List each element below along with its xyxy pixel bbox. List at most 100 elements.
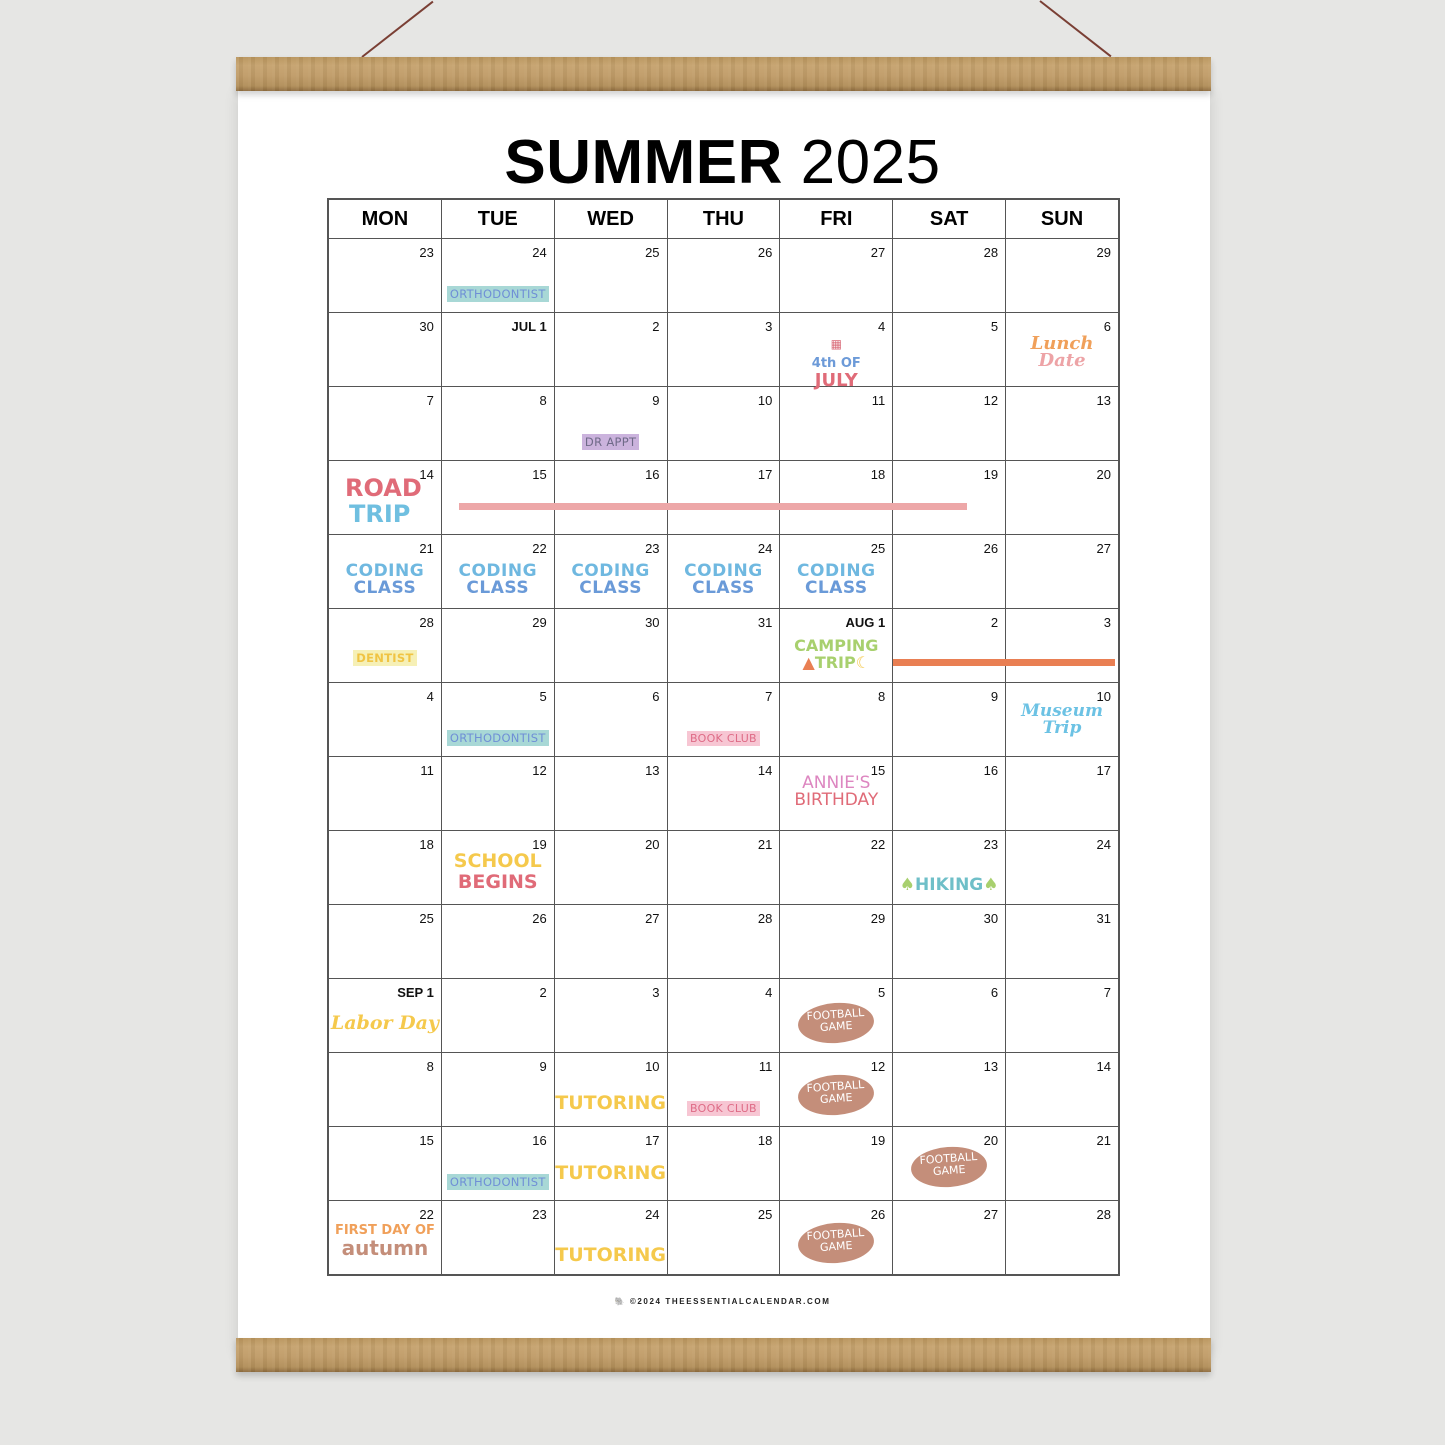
event-tutoring[interactable]: TUTORING: [555, 1164, 667, 1183]
day-cell[interactable]: 21: [1005, 1126, 1119, 1201]
day-cell[interactable]: 26 FOOTBALL GAME: [779, 1200, 894, 1275]
day-cell[interactable]: JUL 1: [440, 312, 555, 387]
day-cell[interactable]: 12 FOOTBALL GAME: [779, 1052, 894, 1127]
day-cell[interactable]: 9 DR APPT: [553, 386, 668, 461]
day-cell[interactable]: 12: [892, 386, 1007, 461]
event-book-club[interactable]: BOOK CLUB: [686, 731, 760, 746]
day-cell[interactable]: 8: [328, 1052, 442, 1127]
day-cell[interactable]: 15: [328, 1126, 442, 1201]
event-tutoring[interactable]: TUTORING: [555, 1246, 667, 1265]
day-cell[interactable]: 21 CODING CLASS: [328, 534, 442, 609]
day-cell[interactable]: 16: [892, 756, 1007, 831]
day-cell[interactable]: 16 ORTHODONTIST: [440, 1126, 555, 1201]
day-cell[interactable]: 28 DENTIST: [328, 608, 442, 683]
day-cell[interactable]: 11 BOOK CLUB: [666, 1052, 781, 1127]
day-cell[interactable]: 18: [328, 830, 442, 905]
day-cell[interactable]: 3: [553, 978, 668, 1053]
day-cell[interactable]: 2: [892, 608, 1007, 683]
event-coding-class[interactable]: CODING CLASS: [329, 563, 441, 597]
event-orthodontist[interactable]: ORTHODONTIST: [446, 286, 549, 302]
day-cell[interactable]: 30: [553, 608, 668, 683]
day-cell[interactable]: 13: [892, 1052, 1007, 1127]
day-cell[interactable]: 23: [328, 238, 442, 313]
day-cell[interactable]: 18: [779, 460, 894, 535]
day-cell[interactable]: 7: [328, 386, 442, 461]
event-lunch-date[interactable]: Lunch Date: [1006, 335, 1118, 370]
day-cell[interactable]: 17: [666, 460, 781, 535]
day-cell[interactable]: 2: [553, 312, 668, 387]
day-cell[interactable]: 15: [440, 460, 555, 535]
day-cell[interactable]: 19: [779, 1126, 894, 1201]
day-cell[interactable]: 29: [779, 904, 894, 979]
day-cell[interactable]: 14: [666, 756, 781, 831]
event-4th-of-july[interactable]: 4th OF JULY: [780, 353, 892, 390]
day-cell[interactable]: 9: [892, 682, 1007, 757]
day-cell[interactable]: 10: [666, 386, 781, 461]
day-cell[interactable]: 11: [779, 386, 894, 461]
event-football-game[interactable]: FOOTBALL GAME: [796, 1072, 876, 1118]
day-cell[interactable]: 20 FOOTBALL GAME: [892, 1126, 1007, 1201]
day-cell[interactable]: 4: [328, 682, 442, 757]
event-school-begins[interactable]: SCHOOL BEGINS: [442, 851, 554, 893]
day-cell[interactable]: 6: [553, 682, 668, 757]
event-coding-class[interactable]: CODING CLASS: [780, 563, 892, 597]
day-cell[interactable]: 8: [779, 682, 894, 757]
event-first-day-of-autumn[interactable]: FIRST DAY OF autumn: [329, 1223, 441, 1258]
day-cell[interactable]: 27: [892, 1200, 1007, 1275]
day-cell[interactable]: 14 ROAD TRIP: [328, 460, 442, 535]
day-cell[interactable]: 17: [1005, 756, 1119, 831]
day-cell[interactable]: 28: [1005, 1200, 1119, 1275]
day-cell[interactable]: 4: [666, 978, 781, 1053]
day-cell[interactable]: 29: [440, 608, 555, 683]
event-football-game[interactable]: FOOTBALL GAME: [796, 1220, 876, 1266]
day-cell[interactable]: 17 TUTORING: [553, 1126, 668, 1201]
event-annies-birthday[interactable]: ANNIE'S BIRTHDAY: [780, 775, 892, 809]
day-cell[interactable]: 31: [666, 608, 781, 683]
day-cell[interactable]: 11: [328, 756, 442, 831]
day-cell[interactable]: 24 ORTHODONTIST: [440, 238, 555, 313]
event-coding-class[interactable]: CODING CLASS: [555, 563, 667, 597]
event-camping-trip[interactable]: CAMPING ▲TRIP☾: [780, 637, 892, 671]
day-cell[interactable]: 19 SCHOOL BEGINS: [440, 830, 555, 905]
day-cell[interactable]: 6: [892, 978, 1007, 1053]
day-cell[interactable]: 15 ANNIE'S BIRTHDAY: [779, 756, 894, 831]
day-cell[interactable]: 24 TUTORING: [553, 1200, 668, 1275]
day-cell[interactable]: 8: [440, 386, 555, 461]
day-cell[interactable]: 4 ▦ 4th OF JULY: [779, 312, 894, 390]
day-cell[interactable]: 5 FOOTBALL GAME: [779, 978, 894, 1053]
event-road-trip[interactable]: ROAD TRIP: [329, 475, 441, 527]
day-cell[interactable]: 20: [1005, 460, 1119, 535]
road-trip-duration-bar[interactable]: [459, 503, 967, 510]
day-cell[interactable]: 19: [892, 460, 1007, 535]
day-cell[interactable]: 25: [553, 238, 668, 313]
day-cell[interactable]: 25: [328, 904, 442, 979]
day-cell[interactable]: 10 TUTORING: [553, 1052, 668, 1127]
day-cell[interactable]: 18: [666, 1126, 781, 1201]
day-cell[interactable]: 27: [779, 238, 894, 313]
event-dr-appt[interactable]: DR APPT: [581, 434, 640, 450]
day-cell[interactable]: 9: [440, 1052, 555, 1127]
day-cell[interactable]: 20: [553, 830, 668, 905]
day-cell[interactable]: 10 Museum Trip: [1005, 682, 1119, 757]
day-cell[interactable]: 3: [1005, 608, 1119, 683]
day-cell[interactable]: 24: [1005, 830, 1119, 905]
day-cell[interactable]: 29: [1005, 238, 1119, 313]
day-cell[interactable]: AUG 1 CAMPING ▲TRIP☾: [779, 608, 894, 683]
event-dentist[interactable]: DENTIST: [353, 650, 417, 666]
day-cell[interactable]: 13: [553, 756, 668, 831]
day-cell[interactable]: 12: [440, 756, 555, 831]
day-cell[interactable]: 7 BOOK CLUB: [666, 682, 781, 757]
day-cell[interactable]: 30: [328, 312, 442, 387]
day-cell[interactable]: 26: [666, 238, 781, 313]
event-orthodontist[interactable]: ORTHODONTIST: [446, 730, 549, 746]
day-cell[interactable]: 25 CODING CLASS: [779, 534, 894, 609]
event-football-game[interactable]: FOOTBALL GAME: [909, 1144, 989, 1190]
day-cell[interactable]: 13: [1005, 386, 1119, 461]
day-cell[interactable]: 26: [892, 534, 1007, 609]
event-tutoring[interactable]: TUTORING: [555, 1094, 667, 1113]
event-orthodontist[interactable]: ORTHODONTIST: [446, 1174, 549, 1190]
day-cell[interactable]: 22 FIRST DAY OF autumn: [328, 1200, 442, 1275]
day-cell[interactable]: 3: [666, 312, 781, 387]
day-cell[interactable]: 22: [779, 830, 894, 905]
day-cell[interactable]: 16: [553, 460, 668, 535]
